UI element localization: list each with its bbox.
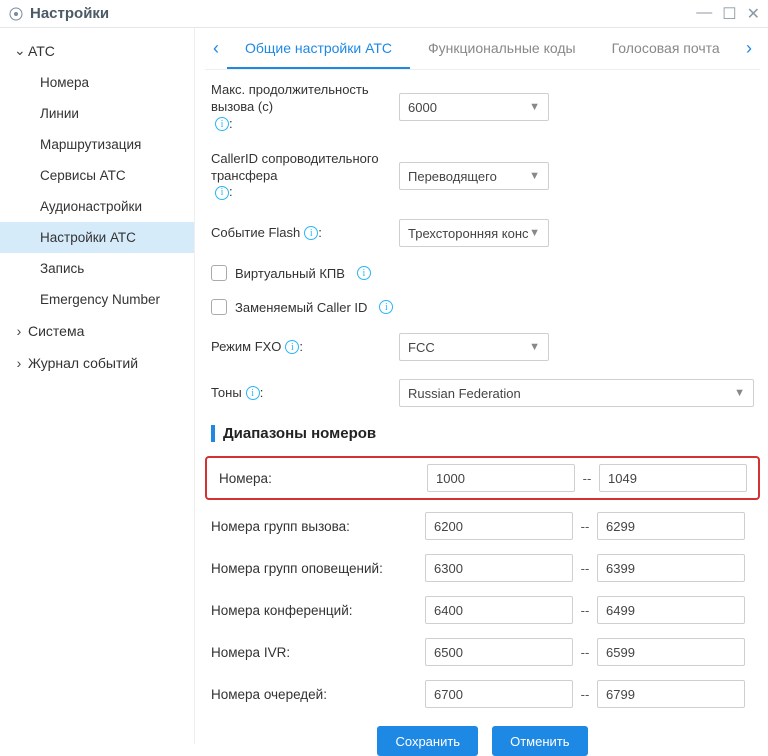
range-label-paging: Номера групп оповещений: <box>211 561 425 576</box>
caret-down-icon: ▼ <box>529 341 540 353</box>
section-heading-ranges: Диапазоны номеров <box>211 425 754 442</box>
info-icon[interactable]: i <box>285 340 299 354</box>
label-virtual-kpv: Виртуальный КПВ <box>235 266 345 281</box>
section-bar-icon <box>211 425 215 442</box>
caret-down-icon: ▼ <box>529 170 540 182</box>
chevron-down-icon: ⌄ <box>14 42 24 59</box>
tab-voicemail[interactable]: Голосовая почта <box>594 28 738 69</box>
content-pane: ‹ Общие настройки АТС Функциональные код… <box>195 28 768 744</box>
select-flash-event[interactable]: Трехсторонняя конс ▼ <box>399 219 549 247</box>
sidebar-item-audio[interactable]: Аудионастройки <box>0 191 194 222</box>
sidebar-group-label: Журнал событий <box>28 355 138 371</box>
checkbox-virtual-kpv[interactable] <box>211 265 227 281</box>
range-to-paging[interactable] <box>597 554 745 582</box>
caret-down-icon: ▼ <box>529 101 540 113</box>
range-separator: -- <box>575 471 599 486</box>
select-value: Трехсторонняя конс <box>408 226 529 241</box>
label-replaceable-callerid: Заменяемый Caller ID <box>235 300 367 315</box>
sidebar-group-atc[interactable]: ⌄ АТС <box>0 34 194 67</box>
range-from-queues[interactable] <box>425 680 573 708</box>
tab-scroll-left[interactable]: ‹ <box>205 38 227 59</box>
sidebar-group-label: АТС <box>28 43 55 59</box>
info-icon[interactable]: i <box>246 386 260 400</box>
window-titlebar: Настройки — ☐ ✕ <box>0 0 768 28</box>
info-icon[interactable]: i <box>357 266 371 280</box>
range-label-ringgroups: Номера групп вызова: <box>211 519 425 534</box>
range-label-conference: Номера конференций: <box>211 603 425 618</box>
info-icon[interactable]: i <box>379 300 393 314</box>
select-tones[interactable]: Russian Federation ▼ <box>399 379 754 407</box>
info-icon[interactable]: i <box>215 117 229 131</box>
cancel-button[interactable]: Отменить <box>492 726 587 756</box>
label-flash-event: Событие Flashi: <box>211 225 399 242</box>
range-to-numbers[interactable] <box>599 464 747 492</box>
range-from-ringgroups[interactable] <box>425 512 573 540</box>
sidebar-item-numbers[interactable]: Номера <box>0 67 194 98</box>
select-max-call-duration[interactable]: 6000 ▼ <box>399 93 549 121</box>
range-label-numbers: Номера: <box>213 471 427 486</box>
info-icon[interactable]: i <box>215 186 229 200</box>
tab-scroll-right[interactable]: › <box>738 38 760 59</box>
select-value: Переводящего <box>408 169 497 184</box>
app-icon <box>8 6 24 22</box>
window-maximize-button[interactable]: ☐ <box>722 4 736 24</box>
window-close-button[interactable]: ✕ <box>747 4 760 24</box>
range-from-paging[interactable] <box>425 554 573 582</box>
sidebar-group-label: Система <box>28 323 84 339</box>
range-separator: -- <box>573 519 597 534</box>
select-value: Russian Federation <box>408 386 521 401</box>
range-to-queues[interactable] <box>597 680 745 708</box>
select-value: 6000 <box>408 100 437 115</box>
caret-down-icon: ▼ <box>734 387 745 399</box>
sidebar-item-services[interactable]: Сервисы АТС <box>0 160 194 191</box>
range-label-ivr: Номера IVR: <box>211 645 425 660</box>
label-callerid-transfer: CallerID сопроводительного трансфераi: <box>211 151 399 202</box>
select-callerid-transfer[interactable]: Переводящего ▼ <box>399 162 549 190</box>
chevron-right-icon: › <box>14 355 24 371</box>
range-from-conference[interactable] <box>425 596 573 624</box>
highlight-numbers-range: Номера: -- <box>205 456 760 500</box>
label-tones: Тоныi: <box>211 385 399 402</box>
label-fxo-mode: Режим FXOi: <box>211 339 399 356</box>
range-to-ivr[interactable] <box>597 638 745 666</box>
range-to-ringgroups[interactable] <box>597 512 745 540</box>
range-label-queues: Номера очередей: <box>211 687 425 702</box>
tab-general[interactable]: Общие настройки АТС <box>227 28 410 69</box>
save-button[interactable]: Сохранить <box>377 726 478 756</box>
window-minimize-button[interactable]: — <box>696 4 712 24</box>
range-separator: -- <box>573 687 597 702</box>
label-max-call-duration: Макс. продолжительность вызова (с)i: <box>211 82 399 133</box>
sidebar-item-lines[interactable]: Линии <box>0 98 194 129</box>
range-from-ivr[interactable] <box>425 638 573 666</box>
tab-feature-codes[interactable]: Функциональные коды <box>410 28 594 69</box>
info-icon[interactable]: i <box>304 226 318 240</box>
sidebar-group-system[interactable]: › Система <box>0 315 194 347</box>
sidebar-item-pbx-settings[interactable]: Настройки АТС <box>0 222 194 253</box>
range-separator: -- <box>573 603 597 618</box>
select-fxo-mode[interactable]: FCC ▼ <box>399 333 549 361</box>
chevron-right-icon: › <box>14 323 24 339</box>
tabs: ‹ Общие настройки АТС Функциональные код… <box>205 28 760 70</box>
sidebar: ⌄ АТС Номера Линии Маршрутизация Сервисы… <box>0 28 195 744</box>
window-title: Настройки <box>30 5 109 22</box>
range-from-numbers[interactable] <box>427 464 575 492</box>
range-separator: -- <box>573 561 597 576</box>
sidebar-item-emergency[interactable]: Emergency Number <box>0 284 194 315</box>
range-separator: -- <box>573 645 597 660</box>
checkbox-replaceable-callerid[interactable] <box>211 299 227 315</box>
sidebar-group-eventlog[interactable]: › Журнал событий <box>0 347 194 379</box>
sidebar-item-recording[interactable]: Запись <box>0 253 194 284</box>
sidebar-item-routing[interactable]: Маршрутизация <box>0 129 194 160</box>
range-to-conference[interactable] <box>597 596 745 624</box>
select-value: FCC <box>408 340 435 355</box>
caret-down-icon: ▼ <box>529 227 540 239</box>
